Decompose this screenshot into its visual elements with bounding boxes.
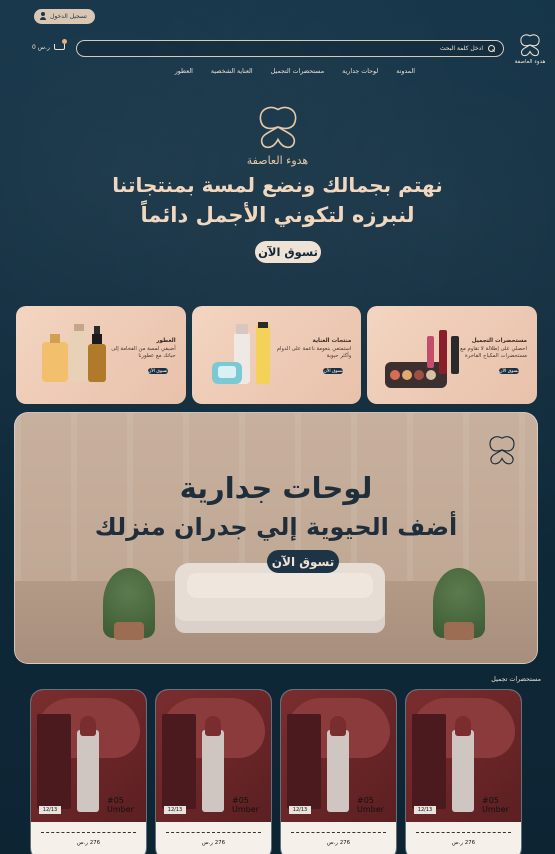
- card-title: منتجات العناية: [312, 338, 352, 344]
- cart-badge: [61, 39, 67, 44]
- product-tag: 12/13: [39, 806, 61, 814]
- cart-amount: 0 ر.س: [32, 43, 50, 51]
- card-title: مستحضرات التجميل: [471, 338, 528, 344]
- sofa-icon: [175, 563, 385, 633]
- card-shop-button[interactable]: تسوق الآن: [323, 368, 344, 374]
- cart[interactable]: 0 ر.س: [32, 39, 67, 52]
- product-shade: #05 Umber: [232, 796, 259, 814]
- rating-dots: [166, 832, 261, 833]
- hero-subtitle: لنبرزه لتكوني الأجمل دائماً: [140, 203, 415, 227]
- login-button[interactable]: تسجيل الدخول: [34, 9, 95, 24]
- nav-item-cosmetics[interactable]: مستحضرات التجميل: [271, 68, 325, 75]
- product-shade: #05 Umber: [107, 796, 134, 814]
- nav-item-blog[interactable]: المدونة: [396, 68, 415, 75]
- lipstick-box-icon: [37, 714, 71, 809]
- product-card[interactable]: #05 Umber 12/13 276 ر.س: [281, 690, 396, 854]
- user-icon: [39, 12, 47, 21]
- product-price: 276 ر.س: [201, 840, 226, 846]
- lipstick-icon: [327, 716, 349, 812]
- nav-item-personal-care[interactable]: العناية الشخصية: [211, 68, 253, 75]
- product-price: 276 ر.س: [451, 840, 476, 846]
- cart-icon: [53, 39, 67, 52]
- card-shop-button[interactable]: تسوق الآن: [499, 368, 520, 374]
- hero-shop-now-button[interactable]: تسوق الآن: [255, 241, 321, 263]
- hero-title: نهتم بجمالك ونضع لمسة بمنتجاتنا: [112, 173, 443, 197]
- banner-subtitle: أضف الحيوية إلي جدران منزلك: [94, 513, 458, 541]
- main-nav: المدونة لوحات جدارية مستحضرات التجميل ال…: [175, 68, 415, 75]
- brand-name: هدوء العاصفة: [514, 59, 546, 65]
- card-description: احصلي على إطلالة لا تقاوم مع مستحضرات ال…: [460, 346, 528, 360]
- card-title: العطور: [156, 338, 176, 344]
- hero-brand-name: هدوء العاصفة: [246, 154, 309, 167]
- butterfly-logo-icon: [520, 34, 540, 57]
- lipstick-box-icon: [287, 714, 321, 809]
- product-image: #05 Umber 12/13: [406, 690, 521, 822]
- section-title: مستحضرات تجميل: [491, 676, 541, 683]
- category-card-perfumes[interactable]: العطور أضيفي لمسة من الفخامة إلى حياتك م…: [16, 306, 186, 404]
- rating-dots: [41, 832, 136, 833]
- card-description: استمتعي بنعومة ناعمة على الدوام وأكثر حي…: [276, 346, 352, 360]
- product-price: 276 ر.س: [326, 840, 351, 846]
- search-icon[interactable]: [488, 45, 495, 52]
- product-price: 276 ر.س: [76, 840, 101, 846]
- lipstick-icon: [452, 716, 474, 812]
- search-input[interactable]: ادخل كلمة البحث: [440, 45, 483, 52]
- brand-logo[interactable]: هدوء العاصفة: [508, 32, 552, 65]
- card-description: أضيفي لمسة من الفخامة إلى حياتك مع عطورن…: [111, 346, 176, 360]
- lipstick-box-icon: [412, 714, 446, 809]
- lipstick-icon: [202, 716, 224, 812]
- card-shop-button[interactable]: تسوق الآن: [147, 368, 168, 374]
- nav-item-wall-art[interactable]: لوحات جدارية: [342, 68, 378, 75]
- lipstick-box-icon: [162, 714, 196, 809]
- product-tag: 12/13: [289, 806, 311, 814]
- hero-logo: [0, 102, 555, 152]
- lipstick-icon: [77, 716, 99, 812]
- search-bar[interactable]: ادخل كلمة البحث: [76, 40, 504, 57]
- butterfly-logo-icon: [259, 106, 296, 149]
- product-tag: 12/13: [414, 806, 436, 814]
- nav-item-perfumes[interactable]: العطور: [175, 68, 193, 75]
- category-cards: العطور أضيفي لمسة من الفخامة إلى حياتك م…: [16, 306, 538, 404]
- wall-art-banner[interactable]: لوحات جدارية أضف الحيوية إلي جدران منزلك…: [14, 412, 538, 664]
- product-image: #05 Umber 12/13: [281, 690, 396, 822]
- product-card[interactable]: #05 Umber 12/13 276 ر.س: [31, 690, 146, 854]
- page: تسجيل الدخول 0 ر.س ادخل كلمة البحث هدوء …: [0, 0, 555, 854]
- product-card[interactable]: #05 Umber 12/13 276 ر.س: [406, 690, 521, 854]
- rating-dots: [416, 832, 511, 833]
- login-label: تسجيل الدخول: [50, 13, 87, 20]
- category-card-cosmetics[interactable]: مستحضرات التجميل احصلي على إطلالة لا تقا…: [367, 306, 538, 404]
- banner-title: لوحات جدارية: [179, 471, 373, 505]
- product-shade: #05 Umber: [482, 796, 509, 814]
- pot-icon: [114, 622, 144, 640]
- butterfly-logo-icon: [489, 436, 515, 465]
- category-card-care[interactable]: منتجات العناية استمتعي بنعومة ناعمة على …: [191, 306, 362, 404]
- product-shade: #05 Umber: [357, 796, 384, 814]
- rating-dots: [291, 832, 386, 833]
- banner-logo: [485, 433, 519, 471]
- product-tag: 12/13: [164, 806, 186, 814]
- product-list: #05 Umber 12/13 276 ر.س #05 Umber 12/13 …: [31, 690, 527, 854]
- product-card[interactable]: #05 Umber 12/13 276 ر.س: [156, 690, 271, 854]
- banner-shop-now-button[interactable]: تسوق الآن: [267, 550, 339, 573]
- pot-icon: [444, 622, 474, 640]
- product-image: #05 Umber 12/13: [156, 690, 271, 822]
- product-image: #05 Umber 12/13: [31, 690, 146, 822]
